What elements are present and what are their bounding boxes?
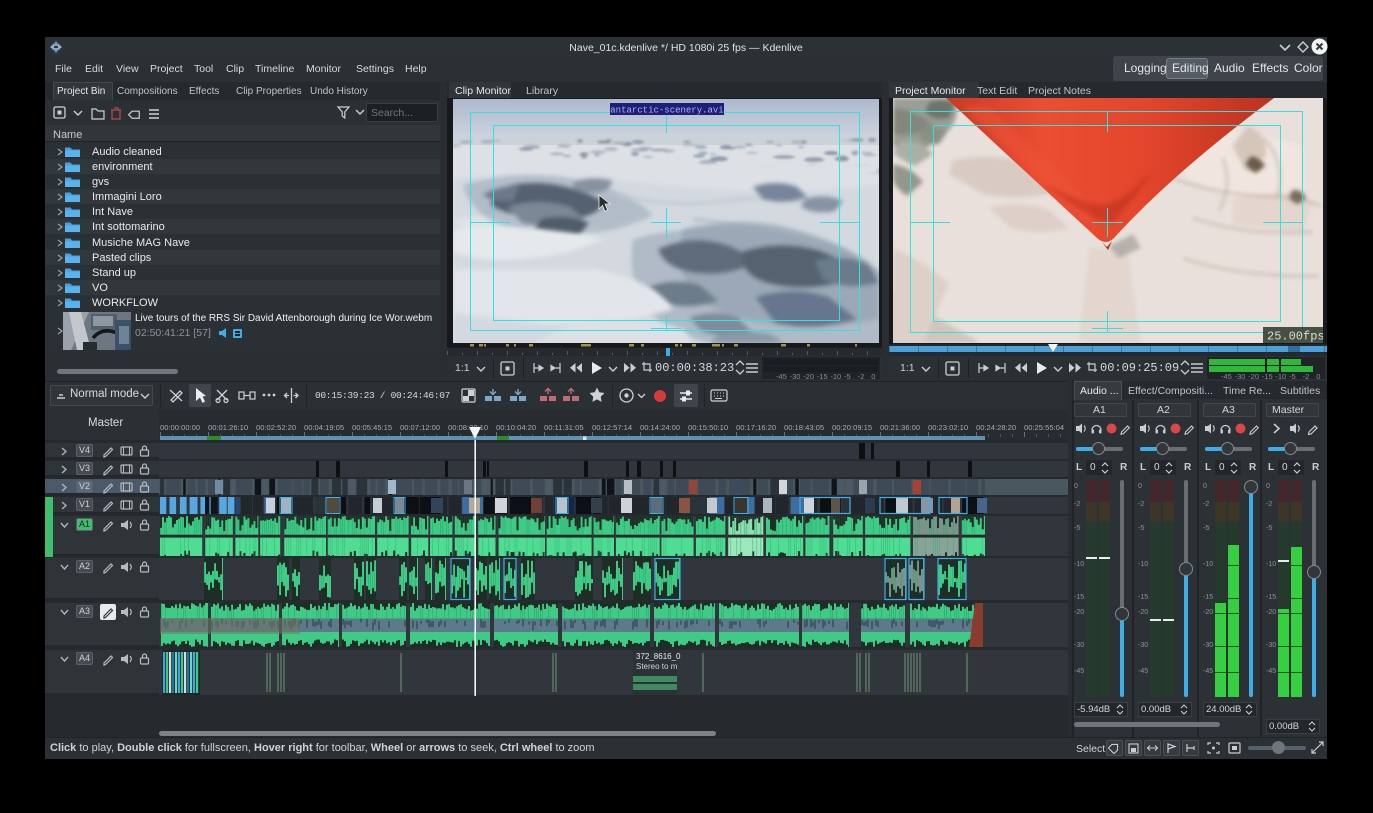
svg-text:00:14:24:00: 00:14:24:00 [640, 423, 680, 432]
svg-text:00:02:52:20: 00:02:52:20 [256, 423, 296, 432]
svg-text:372_8616_0: 372_8616_0 [636, 652, 681, 661]
svg-text:00:24:28:20: 00:24:28:20 [976, 423, 1016, 432]
svg-text:00:15:50:10: 00:15:50:10 [688, 423, 728, 432]
svg-text:00:08:38:10: 00:08:38:10 [448, 423, 488, 432]
svg-text:antarctic-scenery.avi: antarctic-scenery.avi [610, 106, 723, 116]
svg-text:00:21:36:00: 00:21:36:00 [880, 423, 920, 432]
svg-text:00:23:02:10: 00:23:02:10 [928, 423, 968, 432]
svg-text:00:01:26:10: 00:01:26:10 [208, 423, 248, 432]
svg-text:00:20:09:15: 00:20:09:15 [832, 423, 872, 432]
svg-text:Stereo to m: Stereo to m [636, 662, 678, 671]
svg-text:00:17:16:20: 00:17:16:20 [736, 423, 776, 432]
svg-text:00:00:00:00: 00:00:00:00 [160, 423, 200, 432]
svg-text:00:18:43:05: 00:18:43:05 [784, 423, 824, 432]
svg-text:00:10:04:20: 00:10:04:20 [496, 423, 536, 432]
svg-text:00:07:12:00: 00:07:12:00 [400, 423, 440, 432]
svg-text:00:05:45:15: 00:05:45:15 [352, 423, 392, 432]
svg-text:00:12:57:14: 00:12:57:14 [592, 423, 632, 432]
svg-text:25.00fps: 25.00fps [1267, 330, 1323, 344]
svg-text:00:11:31:05: 00:11:31:05 [544, 423, 584, 432]
svg-text:00:25:55:04: 00:25:55:04 [1024, 423, 1064, 432]
svg-text:00:04:19:05: 00:04:19:05 [304, 423, 344, 432]
